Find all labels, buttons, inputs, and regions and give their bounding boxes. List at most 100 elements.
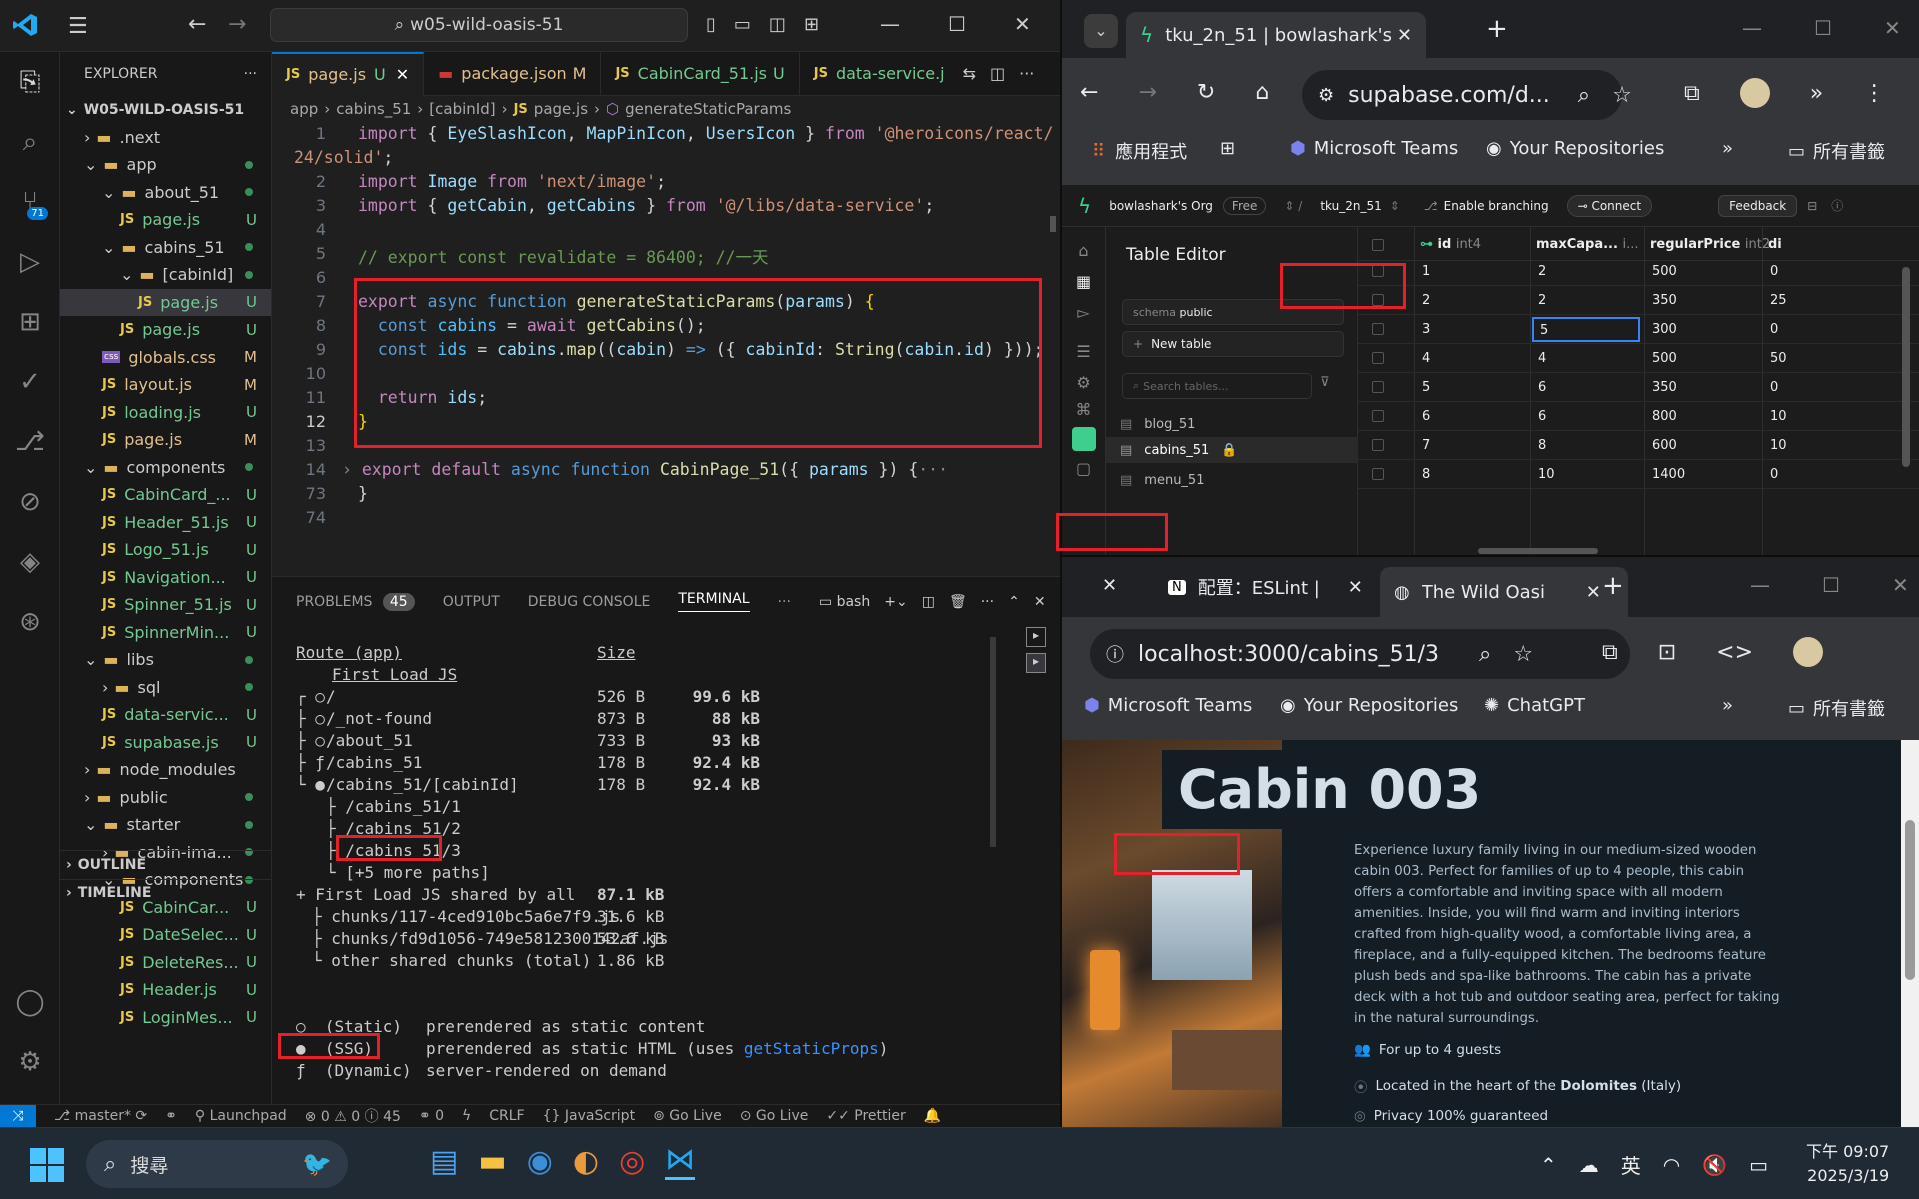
table-cell[interactable]: 0: [1770, 322, 1778, 337]
screenshot-icon[interactable]: ⊡: [1658, 640, 1676, 665]
storage-icon[interactable]: [1071, 427, 1096, 451]
minimize-button[interactable]: —: [1742, 16, 1762, 40]
reload-icon[interactable]: ↻: [1197, 80, 1215, 105]
auth-icon[interactable]: ⚙: [1062, 373, 1105, 392]
bookmark-teams[interactable]: ⬢ Microsoft Teams: [1290, 138, 1458, 159]
tree-folder[interactable]: › ▬ public: [60, 784, 271, 812]
tree-folder[interactable]: › ▬ .next: [60, 124, 271, 152]
tree-folder[interactable]: › ▬ node_modules: [60, 756, 271, 784]
prettier-status[interactable]: ✓✓ Prettier: [826, 1108, 905, 1124]
terminal-instance-icon[interactable]: ▸: [1026, 627, 1046, 647]
bookmark-all[interactable]: ▭ 所有書籤: [1788, 695, 1885, 721]
branch-status[interactable]: ⎇ master* ⟳: [54, 1108, 147, 1124]
devtools-icon[interactable]: <>: [1716, 640, 1753, 665]
table-cell[interactable]: 0: [1770, 380, 1778, 395]
table-row[interactable]: 1 2 500 0: [1358, 257, 1919, 286]
column-header[interactable]: regularPrice int2: [1650, 237, 1770, 252]
zoom-icon[interactable]: ⌕: [1479, 642, 1491, 667]
table-cell[interactable]: 10: [1538, 467, 1555, 482]
table-cell[interactable]: 6: [1422, 409, 1430, 424]
problems-status[interactable]: ⊗ 0 ⚠ 0 ⓘ 45: [305, 1106, 401, 1126]
extensions-icon[interactable]: ⧉: [1684, 81, 1700, 106]
terminal-shell[interactable]: ▭ bash: [819, 594, 870, 610]
tree-file[interactable]: JS Header.js U: [60, 976, 271, 1004]
maximize-panel-icon[interactable]: ⌃: [1008, 594, 1020, 610]
project-header[interactable]: ⌄ W05-WILD-OASIS-51: [60, 96, 271, 124]
maximize-button[interactable]: ☐: [1822, 573, 1840, 597]
tab-problems[interactable]: PROBLEMS 45: [296, 592, 415, 611]
help-icon[interactable]: ⓘ: [1831, 197, 1843, 214]
tree-file[interactable]: css globals.css M: [60, 344, 271, 372]
close-tab-icon[interactable]: ✕: [1348, 577, 1363, 598]
column-header[interactable]: di: [1768, 237, 1782, 252]
table-cell[interactable]: 500: [1652, 264, 1677, 279]
more-actions-icon[interactable]: ···: [244, 66, 257, 82]
tree-file[interactable]: JS Spinner_51.js U: [60, 591, 271, 619]
table-row[interactable]: 7 8 600 10: [1358, 431, 1919, 460]
close-button[interactable]: ✕: [1884, 16, 1901, 40]
close-tab-icon[interactable]: ✕: [396, 65, 409, 84]
tab-data-service[interactable]: JS data-service.j: [800, 52, 959, 96]
notepad-icon[interactable]: ▤: [430, 1144, 458, 1179]
tree-folder[interactable]: ⌄ ▬ [cabinId]: [60, 261, 271, 289]
zoom-icon[interactable]: ⌕: [1578, 83, 1590, 108]
bookmark-repos[interactable]: ◉ Your Repositories: [1280, 695, 1458, 716]
close-panel-icon[interactable]: ✕: [1034, 594, 1046, 610]
table-cell[interactable]: 8: [1538, 438, 1546, 453]
forward-arrow-icon[interactable]: →: [1138, 80, 1156, 105]
split-terminal-icon[interactable]: ◫: [922, 594, 935, 610]
bookmark-all[interactable]: ▭ 所有書籤: [1788, 138, 1885, 164]
project-name[interactable]: tku_2n_51: [1320, 199, 1381, 213]
table-row[interactable]: 8 10 1400 0: [1358, 460, 1919, 489]
grid-scrollbar[interactable]: [1902, 267, 1910, 467]
tree-folder[interactable]: ⌄ ▬ app: [60, 151, 271, 179]
compare-icon[interactable]: ⇆: [963, 64, 976, 83]
tree-folder[interactable]: ⌄ ▬ about_51: [60, 179, 271, 207]
word-icon[interactable]: ◉: [527, 1144, 553, 1179]
row-checkbox[interactable]: [1372, 294, 1384, 306]
data-grid[interactable]: ⊶ id int4 maxCapa... i... regularPrice int…: [1358, 227, 1919, 555]
tab-page-js[interactable]: JS page.js U ✕: [272, 51, 425, 96]
wifi-icon[interactable]: ◠: [1663, 1153, 1680, 1177]
paint-icon[interactable]: ◐: [573, 1144, 599, 1179]
feedback-button[interactable]: Feedback: [1718, 194, 1798, 217]
more-tools-icon[interactable]: »: [1810, 81, 1823, 106]
close-button[interactable]: ✕: [1892, 573, 1909, 597]
table-row[interactable]: 2 2 350 25: [1358, 286, 1919, 315]
table-cell[interactable]: 2: [1422, 293, 1430, 308]
row-checkbox[interactable]: [1372, 439, 1384, 451]
table-editor-icon[interactable]: ▦: [1062, 272, 1105, 291]
testing-icon[interactable]: ✓: [0, 352, 60, 412]
table-cell[interactable]: 0: [1770, 467, 1778, 482]
home-icon[interactable]: ⌂: [1255, 80, 1269, 105]
clock[interactable]: 下午 09:07 2025/3/19: [1806, 1140, 1889, 1188]
supabase-logo-icon[interactable]: ϟ: [1078, 194, 1091, 218]
table-cell[interactable]: 5: [1422, 380, 1430, 395]
tree-folder[interactable]: ⌄ ▬ components: [60, 454, 271, 482]
tree-folder[interactable]: ⌄ ▬ starter: [60, 811, 271, 839]
table-cell[interactable]: 25: [1770, 293, 1787, 308]
minimize-button[interactable]: —: [1750, 573, 1770, 597]
extensions-icon[interactable]: ⊞: [0, 292, 60, 352]
table-cell[interactable]: 600: [1652, 438, 1677, 453]
add-terminal-icon[interactable]: +⌄: [884, 594, 907, 610]
tab-package-json[interactable]: ▬ package.json M: [424, 51, 602, 96]
tab-search-icon[interactable]: ⌄: [1084, 14, 1118, 48]
more-actions-icon[interactable]: ···: [981, 594, 994, 610]
close-tab-icon[interactable]: ✕: [1397, 25, 1412, 46]
golive2-status[interactable]: ⊙ Go Live: [740, 1108, 809, 1124]
table-cell[interactable]: 50: [1770, 351, 1787, 366]
table-cell[interactable]: 2: [1538, 264, 1546, 279]
new-tab-icon[interactable]: +: [1602, 571, 1624, 601]
tree-file[interactable]: JS DeleteRes... U: [60, 949, 271, 977]
avatar[interactable]: [1739, 78, 1770, 108]
table-cell[interactable]: 10: [1770, 438, 1787, 453]
toggle-panel-icon[interactable]: ▭: [734, 14, 751, 35]
terminal-instance-icon[interactable]: ▸: [1026, 653, 1046, 673]
table-row[interactable]: 5 6 350 0: [1358, 373, 1919, 402]
tree-file[interactable]: JS loading.js U: [60, 399, 271, 427]
avatar[interactable]: [1793, 637, 1824, 667]
bell-icon[interactable]: 🔔: [924, 1108, 941, 1124]
tree-file[interactable]: JS page.js U: [60, 288, 271, 316]
tree-folder[interactable]: ⌄ ▬ cabins_51: [60, 234, 271, 262]
